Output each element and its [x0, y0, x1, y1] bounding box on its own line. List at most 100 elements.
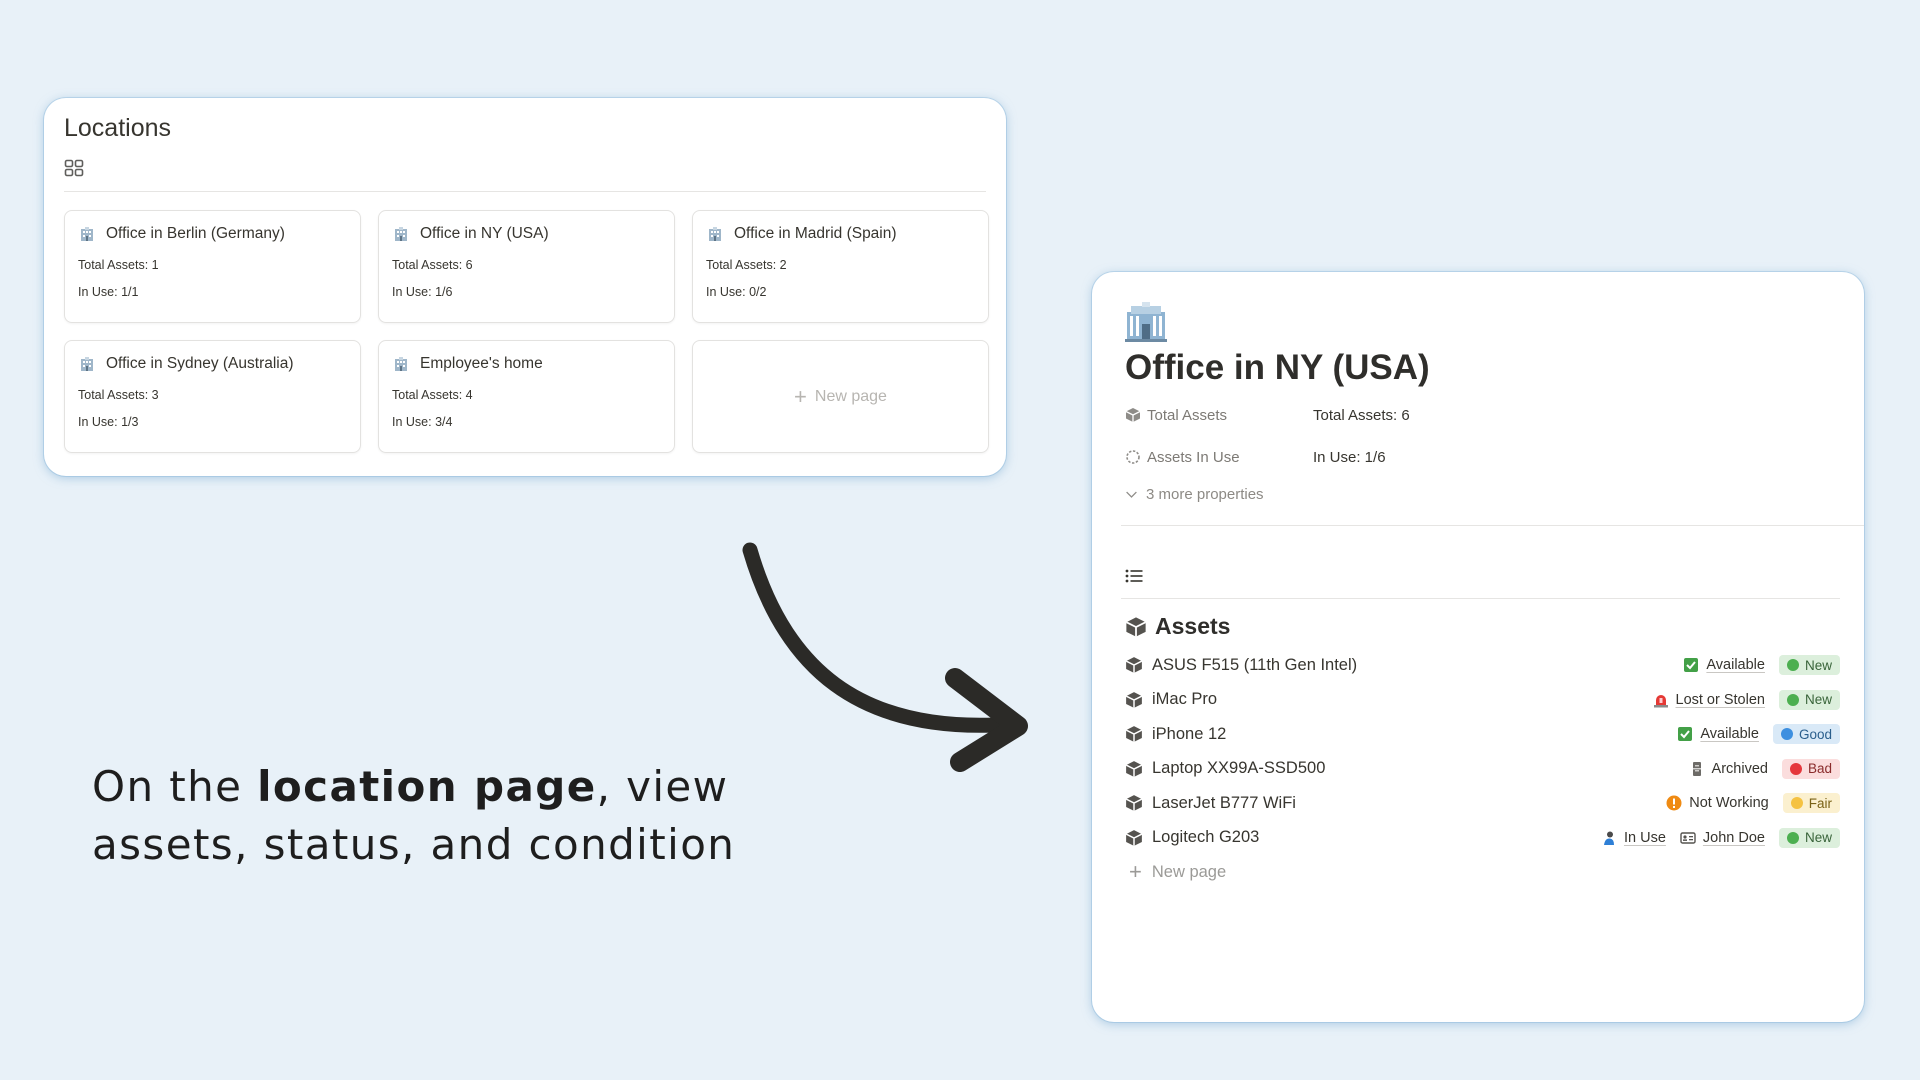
location-total-assets: Total Assets: 3: [78, 388, 159, 402]
new-page-card[interactable]: + New page: [692, 340, 989, 453]
person-icon: [1603, 831, 1614, 845]
location-card-name: Office in Madrid (Spain): [734, 225, 897, 242]
asset-status[interactable]: Archived: [1689, 761, 1768, 777]
location-card-madrid[interactable]: Office in Madrid (Spain) Total Assets: 2…: [692, 210, 989, 323]
asset-assignee[interactable]: John Doe: [1680, 830, 1765, 846]
checkbox-icon: [1684, 658, 1699, 673]
property-key: Total Assets: [1147, 406, 1228, 424]
condition-dot: [1790, 797, 1803, 810]
location-card-employee-home[interactable]: Employee's home Total Assets: 4 In Use: …: [378, 340, 675, 453]
chevron-down-icon: [1126, 491, 1137, 498]
asset-name: Laptop XX99A-SSD500: [1152, 759, 1326, 778]
asset-row[interactable]: iMac Pro Lost or Stolen New: [1125, 683, 1840, 718]
page-title: Office in NY (USA): [1125, 348, 1430, 387]
more-properties-toggle[interactable]: 3 more properties: [1125, 486, 1840, 503]
loading-circle-icon: [1126, 450, 1140, 464]
caption-text: On the location page, view assets, statu…: [92, 758, 792, 874]
condition-dot: [1786, 659, 1799, 672]
asset-status[interactable]: Not Working: [1666, 795, 1769, 811]
condition-label: New: [1804, 692, 1832, 708]
new-page-label: New page: [1151, 862, 1227, 881]
locations-divider: [64, 191, 986, 192]
property-value: Total Assets: 6: [1313, 406, 1410, 424]
condition-label: Bad: [1807, 761, 1832, 777]
asset-status[interactable]: In Use: [1601, 830, 1666, 846]
location-card-berlin[interactable]: Office in Berlin (Germany) Total Assets:…: [64, 210, 361, 323]
asset-status[interactable]: Available: [1683, 657, 1765, 673]
asset-status-label: Available: [1700, 726, 1759, 743]
asset-row[interactable]: Logitech G203 In Use John Doe New: [1125, 821, 1840, 856]
location-total-assets: Total Assets: 6: [392, 258, 473, 272]
asset-status-label: Available: [1706, 657, 1765, 674]
asset-row[interactable]: iPhone 12 Available Good: [1125, 717, 1840, 752]
condition-tag[interactable]: Fair: [1782, 793, 1840, 814]
box-icon: [1125, 616, 1147, 637]
siren-icon: [1653, 694, 1668, 708]
property-total-assets[interactable]: Total Assets Total Assets: 6: [1125, 400, 1840, 430]
location-in-use: In Use: 3/4: [392, 415, 453, 429]
list-divider: [1121, 598, 1840, 599]
property-key: Assets In Use: [1147, 448, 1240, 466]
file-cabinet-icon: [1692, 761, 1701, 776]
property-assets-in-use[interactable]: Assets In Use In Use: 1/6: [1125, 442, 1840, 472]
locations-panel: Locations Office in Berlin (Germany) Tot…: [44, 98, 1006, 476]
caption-part1: On the: [92, 762, 258, 811]
plus-icon: +: [794, 383, 807, 409]
asset-row[interactable]: ASUS F515 (11th Gen Intel) Available New: [1125, 648, 1840, 683]
condition-label: Fair: [1808, 795, 1832, 811]
condition-tag[interactable]: New: [1778, 655, 1840, 676]
location-page-panel: Office in NY (USA) Total Assets Total As…: [1092, 272, 1864, 1022]
asset-name: Logitech G203: [1152, 828, 1260, 847]
condition-tag[interactable]: Good: [1772, 724, 1840, 745]
condition-tag[interactable]: New: [1778, 689, 1840, 710]
id-card-icon: [1680, 832, 1696, 844]
condition-dot: [1789, 762, 1802, 775]
location-card-ny[interactable]: Office in NY (USA) Total Assets: 6 In Us…: [378, 210, 675, 323]
exclamation-icon: [1666, 795, 1682, 811]
caption-bold: location page: [257, 762, 597, 811]
location-card-name: Office in NY (USA): [420, 225, 549, 242]
gallery-view-icon[interactable]: [64, 159, 84, 177]
location-total-assets: Total Assets: 2: [706, 258, 787, 272]
asset-status-label: Not Working: [1689, 795, 1769, 812]
asset-row[interactable]: LaserJet B777 WiFi Not Working Fair: [1125, 786, 1840, 821]
new-page-label: New page: [814, 387, 887, 405]
asset-status-label: In Use: [1623, 829, 1666, 846]
condition-dot: [1786, 831, 1799, 844]
location-total-assets: Total Assets: 1: [78, 258, 159, 272]
asset-status[interactable]: Available: [1677, 726, 1759, 742]
asset-name: iMac Pro: [1152, 690, 1218, 709]
assets-heading: Assets: [1125, 613, 1840, 640]
asset-name: iPhone 12: [1152, 724, 1227, 743]
asset-status-label: Archived: [1711, 760, 1768, 777]
location-in-use: In Use: 1/6: [392, 285, 453, 299]
condition-tag[interactable]: Bad: [1781, 758, 1840, 779]
box-icon: [1125, 760, 1143, 777]
assets-list: ASUS F515 (11th Gen Intel) Available New…: [1125, 648, 1840, 855]
asset-status[interactable]: Lost or Stolen: [1653, 692, 1765, 708]
new-page-button[interactable]: + New page: [1125, 861, 1840, 883]
location-card-sydney[interactable]: Office in Sydney (Australia) Total Asset…: [64, 340, 361, 453]
assets-heading-label: Assets: [1155, 613, 1231, 639]
list-view-icon[interactable]: [1125, 568, 1143, 584]
location-card-name: Office in Berlin (Germany): [106, 225, 285, 242]
condition-label: Good: [1798, 726, 1832, 742]
condition-label: New: [1804, 657, 1832, 673]
locations-title: Locations: [64, 114, 172, 142]
condition-dot: [1786, 693, 1799, 706]
box-icon: [1125, 829, 1143, 846]
box-icon: [1125, 726, 1143, 743]
asset-assignee-label: John Doe: [1702, 829, 1765, 846]
box-icon: [1125, 657, 1143, 674]
location-total-assets: Total Assets: 4: [392, 388, 473, 402]
box-icon: [1125, 795, 1143, 812]
office-building-icon: [1125, 302, 1167, 342]
asset-row[interactable]: Laptop XX99A-SSD500 Archived Bad: [1125, 752, 1840, 787]
office-building-icon: [709, 227, 721, 241]
property-value: In Use: 1/6: [1313, 448, 1386, 466]
more-properties-label: 3 more properties: [1146, 486, 1264, 503]
curved-arrow-icon: [742, 542, 1028, 772]
office-building-icon: [81, 227, 93, 241]
box-icon: [1125, 691, 1143, 708]
condition-tag[interactable]: New: [1778, 827, 1840, 848]
